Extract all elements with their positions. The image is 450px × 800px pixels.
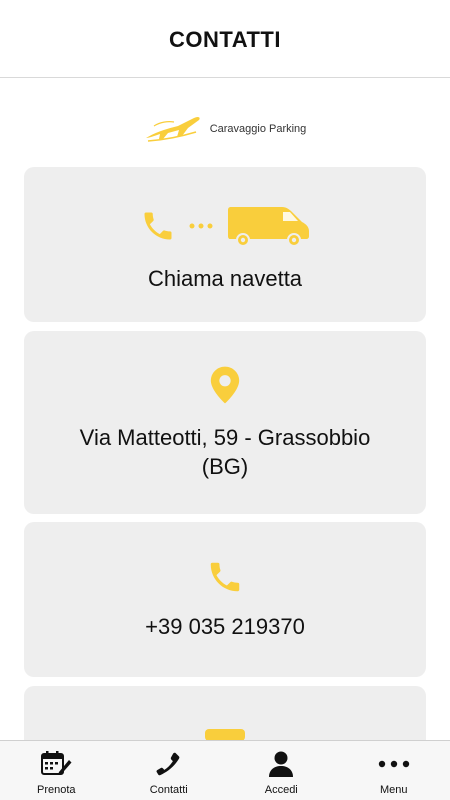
- shuttle-icons: [140, 206, 310, 246]
- header: CONTATTI: [0, 0, 450, 78]
- tab-contatti[interactable]: Contatti: [113, 741, 226, 800]
- address-line-1: Via Matteotti, 59 - Grassobbio: [79, 424, 371, 450]
- phone-icon: [140, 208, 176, 244]
- tab-accedi[interactable]: Accedi: [225, 741, 338, 800]
- call-shuttle-label: Chiama navetta: [147, 266, 303, 291]
- dots-icon: [188, 222, 214, 230]
- phone-card[interactable]: +39 035 219370: [24, 522, 426, 677]
- calendar-edit-icon: [40, 749, 72, 779]
- tab-bar: Prenota Contatti Accedi Menu: [0, 740, 450, 800]
- location-pin-icon: [208, 365, 242, 405]
- address-line-2: (BG): [201, 453, 249, 479]
- user-icon: [268, 749, 294, 779]
- tab-label: Contatti: [149, 784, 188, 796]
- tab-prenota[interactable]: Prenota: [0, 741, 113, 800]
- van-icon: [226, 206, 310, 246]
- phone-number: +39 035 219370: [145, 614, 305, 639]
- tab-label: Accedi: [264, 784, 298, 796]
- page-title: CONTATTI: [169, 26, 281, 52]
- airplane-logo-icon: [144, 114, 202, 144]
- address-card[interactable]: Via Matteotti, 59 - Grassobbio (BG): [24, 331, 426, 514]
- brand-logo: Caravaggio Parking: [0, 112, 450, 146]
- call-shuttle-card[interactable]: Chiama navetta: [24, 167, 426, 322]
- tab-menu[interactable]: Menu: [338, 741, 450, 800]
- brand-name: Caravaggio Parking: [209, 123, 307, 135]
- phone-icon: [155, 749, 183, 779]
- tab-label: Menu: [379, 784, 408, 796]
- tab-label: Prenota: [36, 784, 76, 796]
- phone-icon: [206, 558, 244, 596]
- more-dots-icon: [378, 749, 410, 779]
